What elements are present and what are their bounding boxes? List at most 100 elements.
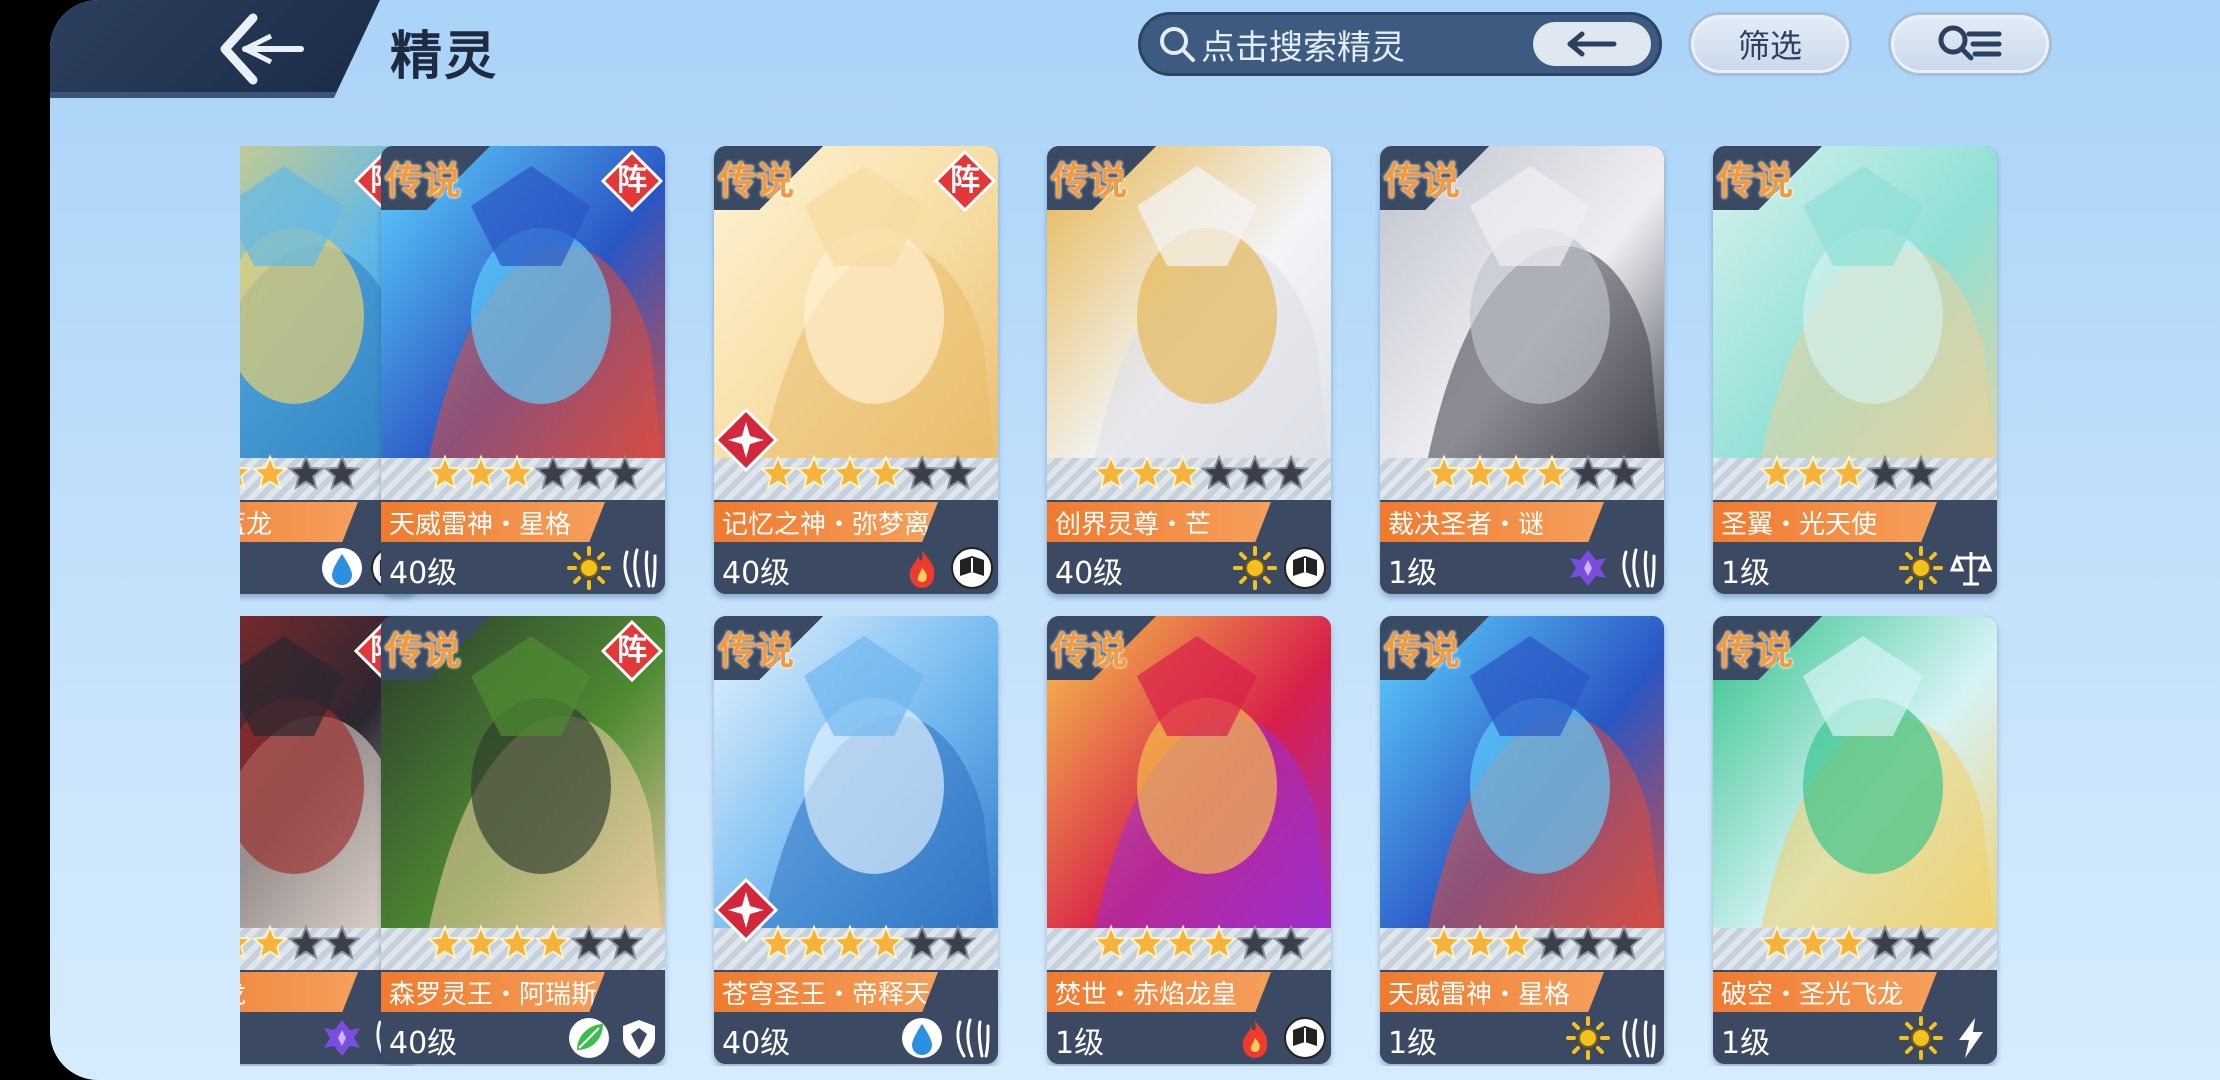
spirit-name: 说・星蓝龙 <box>240 510 273 540</box>
rank-tag: 传说 <box>1047 146 1159 210</box>
star-rating <box>426 924 644 960</box>
spirit-name: 裁决圣者・谜 <box>1388 510 1545 540</box>
star-icon <box>831 454 869 490</box>
star-rating <box>1425 454 1643 490</box>
star-rating <box>1758 454 1940 490</box>
back-arrow-icon <box>220 13 304 85</box>
rank-tag: 传说 <box>714 616 826 680</box>
spirit-level: 40级 <box>722 1026 791 1061</box>
spirit-card[interactable]: 圣翼・光天使 1级 传说 <box>1713 146 1997 594</box>
star-icon <box>1272 924 1310 960</box>
star-icon <box>1425 454 1463 490</box>
star-icon <box>287 454 325 490</box>
card-footer: 1级 <box>1380 1012 1664 1064</box>
formation-label: 阵 <box>950 163 980 198</box>
star-icon <box>1569 924 1607 960</box>
card-footer: 40级 <box>714 1012 998 1064</box>
star-icon <box>1272 454 1310 490</box>
spirit-card[interactable]: 森罗灵王・阿瑞斯 40级 传说 阵 <box>381 616 665 1064</box>
star-icon <box>323 454 361 490</box>
scale-icon <box>1949 552 1993 586</box>
spirit-name: 苍穹圣王・帝释天 <box>722 980 931 1010</box>
name-bar: 裁决圣者・谜 <box>1380 502 1604 542</box>
name-bar: 天威雷神・星格 <box>1380 972 1604 1012</box>
rank-tag: 传说 <box>1713 616 1825 680</box>
spirit-level: 1级 <box>1388 1026 1438 1061</box>
star-icon <box>534 924 572 960</box>
card-footer: 1级 <box>1713 1012 1997 1064</box>
star-icon <box>498 924 536 960</box>
search-icon <box>1160 27 1195 62</box>
page-title: 精灵 <box>390 27 499 87</box>
spirit-level: 1级 <box>1388 556 1438 591</box>
spirit-name: 记忆之神・弥梦离 <box>722 510 931 540</box>
rank-tag: 传说 <box>714 146 826 210</box>
search-placeholder: 点击搜索精灵 <box>1201 27 1405 68</box>
star-icon <box>287 924 325 960</box>
star-rating <box>426 454 644 490</box>
filter-label: 筛选 <box>1737 27 1802 65</box>
star-icon <box>240 936 253 960</box>
star-icon <box>498 454 536 490</box>
water-icon <box>322 548 362 588</box>
spirit-grid: 说・星蓝龙阵天威雷神・星格40级传说阵记忆之神・弥梦离40级传说阵创界灵尊・芒4… <box>240 146 2036 1066</box>
spirit-card[interactable]: 焚世・赤焰龙皇 1级 传说 <box>1047 616 1331 1064</box>
star-icon <box>1794 924 1832 960</box>
star-icon <box>1902 454 1940 490</box>
spirit-level: 1级 <box>1721 556 1771 591</box>
star-icon <box>1866 924 1904 960</box>
star-icon <box>867 924 905 960</box>
spirit-card[interactable]: 天威雷神・星格 1级 传说 <box>1380 616 1664 1064</box>
star-icon <box>1236 454 1274 490</box>
star-icon <box>1425 924 1463 960</box>
name-bar: 焚世・赤焰龙皇 <box>1047 972 1271 1012</box>
star-icon <box>1830 924 1868 960</box>
star-icon <box>1497 454 1535 490</box>
star-icon <box>570 924 608 960</box>
spirit-level: 40级 <box>1055 556 1124 591</box>
filter-button[interactable]: 筛选 <box>1688 12 1852 76</box>
star-icon <box>251 924 289 960</box>
spirit-level: 1级 <box>1055 1026 1105 1061</box>
spirit-card[interactable]: 天威雷神・星格 40级 传说 阵 <box>381 146 665 594</box>
star-icon <box>1497 924 1535 960</box>
star-icon <box>1605 924 1643 960</box>
star-icon <box>462 924 500 960</box>
star-icon <box>831 924 869 960</box>
spirit-card[interactable]: 破空・圣光飞龙 1级 传说 <box>1713 616 1997 1064</box>
star-icon <box>903 924 941 960</box>
star-icon <box>570 454 608 490</box>
star-icon <box>1794 454 1832 490</box>
star-icon <box>534 454 572 490</box>
awaken-badge-icon <box>714 878 778 942</box>
spirit-level: 40级 <box>389 556 458 591</box>
star-icon <box>426 924 464 960</box>
star-icon <box>1902 924 1940 960</box>
star-icon <box>1164 924 1202 960</box>
spirit-card[interactable]: 苍穹圣王・帝释天 40级 传说 <box>714 616 998 1064</box>
book-icon <box>1284 1017 1326 1059</box>
spirit-level: 40级 <box>389 1026 458 1061</box>
light-icon <box>1233 546 1277 590</box>
search-list-icon <box>1938 25 2002 61</box>
spirit-screen: 精灵 点击搜索精灵 筛选 说・星蓝龙阵天威雷神・星格40级传说阵记忆之神・弥梦离… <box>50 0 2220 1080</box>
spirit-card[interactable]: 创界灵尊・芒 40级 传说 <box>1047 146 1331 594</box>
star-icon <box>323 924 361 960</box>
star-rating <box>1425 924 1643 960</box>
search-input[interactable]: 点击搜索精灵 <box>1138 12 1662 76</box>
rank-tag: 传说 <box>1713 146 1825 210</box>
back-button[interactable] <box>215 12 315 86</box>
star-icon <box>1236 924 1274 960</box>
spirit-name: 天威雷神・星格 <box>1388 980 1571 1010</box>
formation-label: 阵 <box>617 633 647 668</box>
star-icon <box>867 454 905 490</box>
star-icon <box>1758 454 1796 490</box>
sort-button[interactable] <box>1888 12 2052 76</box>
spirit-name: 焚世・赤焰龙皇 <box>1055 980 1238 1010</box>
star-icon <box>939 454 977 490</box>
star-icon <box>1092 924 1130 960</box>
spirit-card[interactable]: 记忆之神・弥梦离 40级 传说 阵 <box>714 146 998 594</box>
spirit-card[interactable]: 裁决圣者・谜 1级 传说 <box>1380 146 1664 594</box>
search-clear-button[interactable] <box>1533 22 1651 66</box>
rank-label: 传说 <box>718 629 795 673</box>
